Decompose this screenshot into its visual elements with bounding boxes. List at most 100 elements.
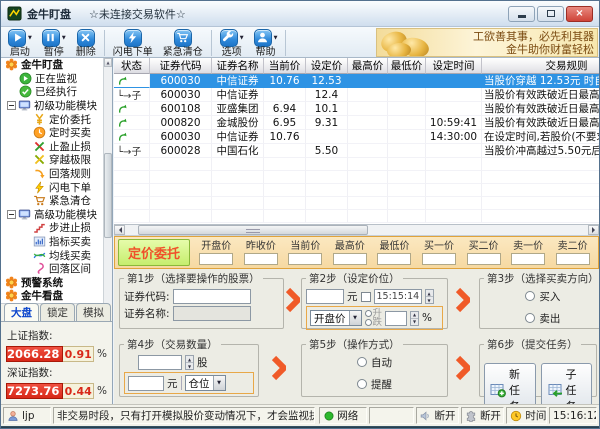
column-header[interactable]: 交易规则 (482, 58, 599, 74)
tab-lock[interactable]: 锁定 (40, 303, 75, 321)
pricebar-field-input[interactable] (244, 253, 278, 265)
scroll-right-icon[interactable] (588, 225, 599, 235)
column-header[interactable]: 证券代码 (150, 58, 212, 74)
collapse-icon[interactable] (7, 210, 16, 219)
pause-toolbar-button[interactable]: ▼暂停 (37, 28, 71, 58)
time-input[interactable]: 15:15:14 (374, 289, 422, 304)
table-row[interactable]: 600030中信证券10.7614:30:00在设定时间,若股价(不要求)自动以… (114, 130, 599, 144)
time-spinner[interactable]: ▲▼ (425, 289, 434, 304)
table-empty-row (114, 197, 599, 210)
pricebar-field-label: 最低价 (379, 241, 409, 252)
tree-item-step[interactable]: 步进止损 (1, 221, 112, 235)
tab-market[interactable]: 大盘 (4, 303, 39, 321)
table-row[interactable]: └→子600030中信证券12.4当股价有效跌破近日最高的 1% 时.. (114, 88, 599, 102)
column-header[interactable]: 设定价 (306, 58, 348, 74)
cart-toolbar-button[interactable]: 紧急清仓 (158, 28, 208, 58)
tree-item-x-red-green[interactable]: 止盈止损 (1, 140, 112, 154)
tree-item-yen[interactable]: 定价委托 (1, 112, 112, 126)
table-row[interactable]: 000820金城股份6.959.3110:59:41当股价有效跌破近日最高的 5… (114, 116, 599, 130)
play-toolbar-button[interactable]: ▼启动 (3, 28, 37, 58)
pricebar-field-input[interactable] (422, 253, 456, 265)
pricebar-field-input[interactable] (288, 253, 322, 265)
pricebar-field-input[interactable] (467, 253, 501, 265)
table-row[interactable]: 600030中信证券10.7612.53当股价穿越 12.53元 时自动买 (114, 74, 599, 88)
tree-item-check[interactable]: 已经执行 (1, 85, 112, 99)
scroll-thumb[interactable] (104, 153, 112, 238)
tree-item-monitor[interactable]: 初级功能模块 (1, 99, 112, 113)
time-checkbox[interactable] (361, 292, 371, 302)
down-radio[interactable] (365, 319, 372, 326)
pricebar-field-input[interactable] (556, 253, 590, 265)
column-header[interactable]: 证券名称 (212, 58, 264, 74)
chevron-down-icon[interactable]: ▼ (213, 376, 225, 390)
tree-item-monitor[interactable]: 高级功能模块 (1, 208, 112, 222)
tree-item-indicator-chart[interactable]: 指标买卖 (1, 235, 112, 249)
shares-spinner[interactable]: ▲▼ (185, 355, 194, 370)
tree-item-x-green-yellow[interactable]: 穿越极限 (1, 153, 112, 167)
code-input[interactable] (173, 289, 251, 304)
tab-simulate[interactable]: 模拟 (76, 303, 111, 321)
tree-item-range-loop[interactable]: 回落区间 (1, 262, 112, 276)
tree-item-play-green[interactable]: 正在监视 (1, 72, 112, 86)
pricebar-field-input[interactable] (199, 253, 233, 265)
table-row[interactable]: 600108亚盛集团6.9410.1当股价有效跌破近日最高的 1% 时.. (114, 102, 599, 116)
scroll-left-icon[interactable] (114, 225, 125, 235)
pricebar-field-label: 开盘价 (201, 241, 231, 252)
tree-item-cart-color[interactable]: 紧急清仓 (1, 194, 112, 208)
arrow-right-icon (456, 355, 470, 381)
pct-input[interactable] (385, 311, 407, 326)
auto-radio[interactable] (357, 357, 367, 367)
person-toolbar-button[interactable]: ▼帮助 (249, 28, 283, 58)
column-header[interactable]: 当前价 (264, 58, 306, 74)
delete-toolbar-button[interactable]: 删除 (71, 28, 101, 58)
scroll-up-icon[interactable]: ▲ (104, 58, 112, 67)
dropdown-arrow-icon[interactable]: ▼ (62, 35, 66, 41)
delete-icon (77, 29, 95, 47)
lightning-toolbar-button[interactable]: 闪电下单 (108, 28, 158, 58)
price-type-select[interactable]: 开盘价 ▼ (310, 310, 362, 326)
minimize-button[interactable] (508, 6, 535, 22)
position-select[interactable]: 仓位 ▼ (185, 375, 226, 391)
buy-radio[interactable] (525, 291, 535, 301)
amount-input[interactable] (128, 376, 164, 391)
dropdown-arrow-icon[interactable]: ▼ (28, 35, 32, 41)
tree-item-flower[interactable]: 金牛看盘 (1, 289, 112, 303)
close-button[interactable]: × (566, 6, 593, 22)
table-hscrollbar[interactable] (114, 225, 599, 236)
hscroll-thumb[interactable] (138, 225, 368, 235)
table-cell: 600028 (150, 144, 212, 158)
chevron-down-icon[interactable]: ▼ (349, 311, 361, 325)
collapse-icon[interactable] (7, 101, 16, 110)
table-cell (212, 158, 264, 171)
table-cell (426, 184, 482, 197)
price-input[interactable] (306, 289, 344, 304)
column-header[interactable]: 最高价 (348, 58, 388, 74)
column-header[interactable]: 状态 (114, 58, 150, 74)
column-header[interactable]: 最低价 (388, 58, 426, 74)
maximize-button[interactable] (537, 6, 564, 22)
wrench-toolbar-button[interactable]: ▼选项 (215, 28, 249, 58)
pct-spinner[interactable]: ▲▼ (410, 311, 419, 326)
pricebar-field-input[interactable] (511, 253, 545, 265)
pricebar-field-input[interactable] (333, 253, 367, 265)
tree-item-flower[interactable]: 金牛盯盘 (1, 58, 112, 72)
tree-item-flower[interactable]: 预警系统 (1, 276, 112, 290)
pricebar-field-label: 卖一价 (513, 241, 543, 252)
table-row[interactable]: └→子600028中国石化5.50当股价冲高越过5.50元后高位回落.. (114, 144, 599, 158)
x-red-green-icon (33, 140, 46, 153)
tree-item-clock[interactable]: 定时买卖 (1, 126, 112, 140)
tree-item-lightning-color[interactable]: 闪电下单 (1, 180, 112, 194)
remind-radio[interactable] (357, 379, 367, 389)
dropdown-arrow-icon[interactable]: ▼ (274, 35, 278, 41)
tree-item-ma-lines[interactable]: 均线买卖 (1, 248, 112, 262)
shares-input[interactable] (138, 355, 182, 370)
tree-item-fall-curve[interactable]: 回落规则 (1, 167, 112, 181)
column-header[interactable]: 设定时间 (426, 58, 482, 74)
table-cell (348, 88, 388, 102)
sidebar-tabs: 大盘 锁定 模拟 (1, 304, 112, 322)
sell-radio[interactable] (525, 313, 535, 323)
pricebar-field-input[interactable] (377, 253, 411, 265)
up-radio[interactable] (365, 310, 372, 317)
dropdown-arrow-icon[interactable]: ▼ (240, 35, 244, 41)
fixed-price-order-button[interactable]: 定价委托 (118, 239, 190, 266)
